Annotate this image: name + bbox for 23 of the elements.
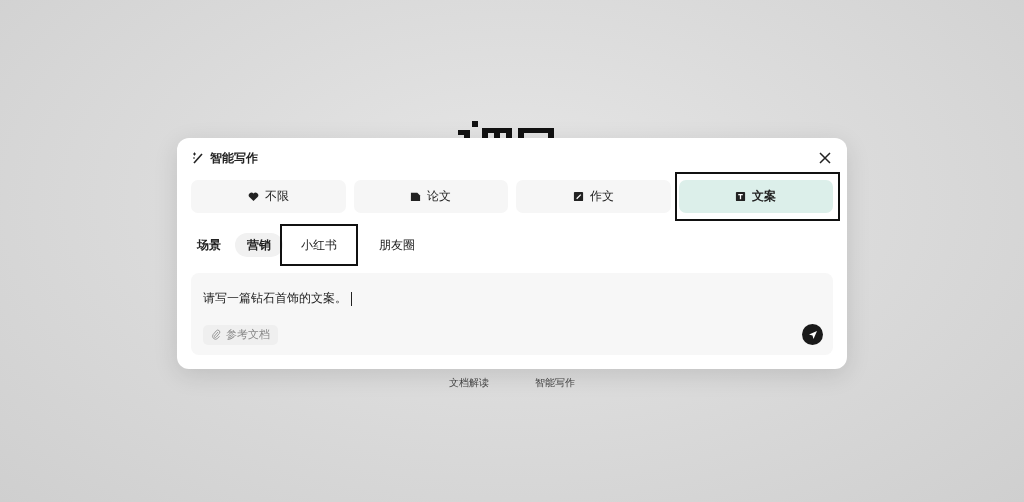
edit-icon [572, 191, 584, 202]
prompt-field[interactable]: 请写一篇钻石首饰的文案。 参考文档 [191, 273, 833, 355]
feature-link[interactable]: 文档解读 [449, 376, 489, 390]
writing-type-tab[interactable]: 不限 [191, 180, 346, 213]
writing-type-tab[interactable]: 论文 [353, 180, 508, 213]
heart-icon [247, 191, 259, 202]
close-icon [819, 152, 831, 164]
prompt-text: 请写一篇钻石首饰的文案。 [203, 290, 352, 307]
close-button[interactable] [817, 150, 833, 166]
text-icon [735, 191, 747, 202]
send-button[interactable] [802, 324, 823, 345]
magic-wand-icon [192, 152, 204, 164]
document-icon [410, 191, 422, 202]
send-icon [807, 329, 818, 340]
scene-label: 场景 [197, 236, 221, 254]
writing-type-tab[interactable]: 文案 [678, 180, 833, 213]
scene-option[interactable]: 朋友圈 [367, 233, 427, 257]
feature-link[interactable]: 智能写作 [535, 376, 575, 390]
paperclip-icon [211, 329, 221, 340]
writing-type-tab[interactable]: 作文 [516, 180, 671, 213]
scene-option[interactable]: 营销 [235, 233, 283, 257]
dialog-title: 智能写作 [210, 149, 258, 167]
scene-option[interactable]: 小红书 [289, 233, 349, 257]
